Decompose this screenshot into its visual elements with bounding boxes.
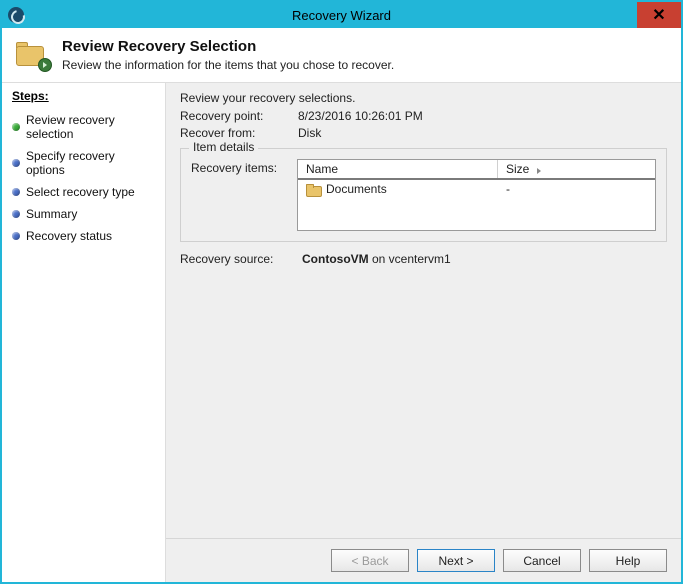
recovery-source-label: Recovery source: — [180, 252, 288, 266]
recovery-source-vm: ContosoVM — [302, 252, 369, 266]
recovery-items-wrap: Recovery items: Name Size Docume — [191, 159, 656, 231]
step-label: Select recovery type — [26, 185, 135, 199]
column-header-name[interactable]: Name — [298, 160, 498, 178]
recovery-point-label: Recovery point: — [180, 109, 288, 123]
item-size: - — [506, 182, 647, 196]
item-details-group: Item details Recovery items: Name Size — [180, 148, 667, 242]
recovery-point-row: Recovery point: 8/23/2016 10:26:01 PM — [180, 109, 667, 123]
step-label: Summary — [26, 207, 77, 221]
wizard-window: Recovery Wizard ✕ Review Recovery Select… — [0, 0, 683, 584]
recovery-items-list[interactable]: Name Size Documents - — [297, 159, 656, 231]
column-header-size[interactable]: Size — [498, 160, 655, 178]
recovery-items-label: Recovery items: — [191, 159, 287, 231]
recover-from-value: Disk — [298, 126, 321, 140]
page-title: Review Recovery Selection — [62, 38, 394, 55]
wizard-body: Steps: Review recovery selection Specify… — [2, 82, 681, 582]
close-button[interactable]: ✕ — [637, 2, 681, 28]
step-specify-recovery-options[interactable]: Specify recovery options — [10, 145, 157, 181]
cancel-button[interactable]: Cancel — [503, 549, 581, 572]
step-bullet-icon — [12, 232, 20, 240]
recovery-folder-icon — [16, 42, 48, 70]
recover-from-label: Recover from: — [180, 126, 288, 140]
step-summary[interactable]: Summary — [10, 203, 157, 225]
wizard-footer: < Back Next > Cancel Help — [166, 538, 681, 582]
step-bullet-icon — [12, 188, 20, 196]
list-header: Name Size — [298, 160, 655, 180]
page-header-text: Review Recovery Selection Review the inf… — [62, 38, 394, 72]
next-button[interactable]: Next > — [417, 549, 495, 572]
step-label: Recovery status — [26, 229, 112, 243]
titlebar: Recovery Wizard ✕ — [2, 2, 681, 28]
close-icon: ✕ — [652, 5, 665, 25]
list-body: Documents - — [298, 180, 655, 230]
help-button[interactable]: Help — [589, 549, 667, 572]
steps-heading: Steps: — [10, 89, 157, 103]
main-panel: Review your recovery selections. Recover… — [166, 83, 681, 582]
step-bullet-icon — [12, 210, 20, 218]
list-item[interactable]: Documents - — [298, 180, 655, 198]
page-header: Review Recovery Selection Review the inf… — [2, 28, 681, 82]
window-title: Recovery Wizard — [2, 8, 681, 23]
back-button: < Back — [331, 549, 409, 572]
step-recovery-status[interactable]: Recovery status — [10, 225, 157, 247]
recovery-point-value: 8/23/2016 10:26:01 PM — [298, 109, 423, 123]
main-content: Review your recovery selections. Recover… — [166, 83, 681, 266]
intro-text: Review your recovery selections. — [180, 91, 667, 105]
step-select-recovery-type[interactable]: Select recovery type — [10, 181, 157, 203]
step-review-recovery-selection[interactable]: Review recovery selection — [10, 109, 157, 145]
item-name: Documents — [326, 182, 387, 196]
recover-from-row: Recover from: Disk — [180, 126, 667, 140]
recovery-source-row: Recovery source: ContosoVM on vcentervm1 — [180, 252, 667, 266]
folder-icon — [306, 184, 320, 195]
step-label: Specify recovery options — [26, 149, 155, 177]
page-subtitle: Review the information for the items tha… — [62, 58, 394, 72]
step-label: Review recovery selection — [26, 113, 155, 141]
steps-sidebar: Steps: Review recovery selection Specify… — [2, 83, 166, 582]
item-details-legend: Item details — [189, 140, 258, 154]
step-bullet-icon — [12, 159, 20, 167]
steps-list: Review recovery selection Specify recove… — [10, 109, 157, 247]
recovery-source-suffix: on vcentervm1 — [369, 252, 451, 266]
step-bullet-current-icon — [12, 123, 20, 131]
recovery-source-value: ContosoVM on vcentervm1 — [302, 252, 451, 266]
